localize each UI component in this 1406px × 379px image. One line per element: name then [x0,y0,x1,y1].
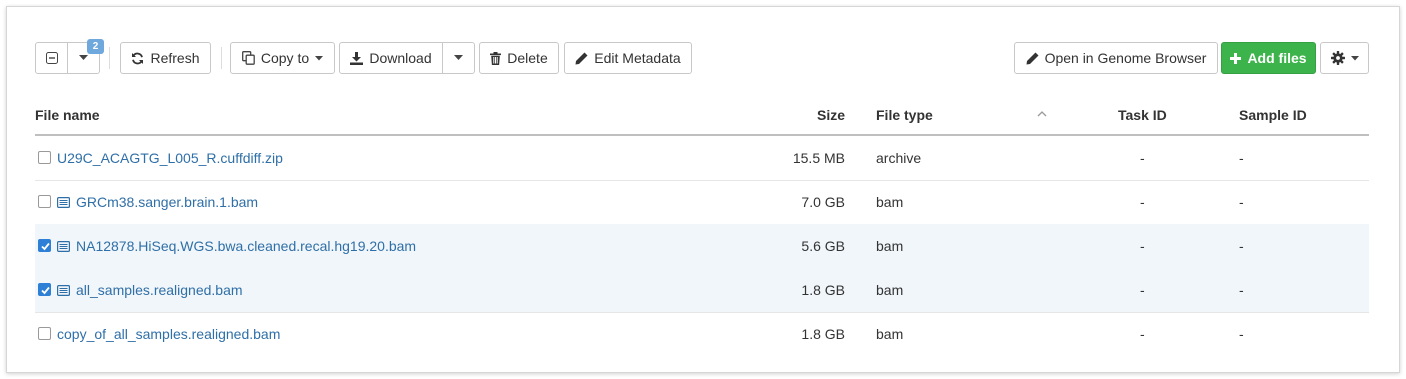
table-row[interactable]: GRCm38.sanger.brain.1.bam 7.0 GB bam - - [35,180,1369,224]
column-header-file-type[interactable]: File type [876,107,933,123]
file-name-link[interactable]: all_samples.realigned.bam [76,282,243,298]
gear-icon [1330,51,1345,65]
file-size: 1.8 GB [801,326,845,342]
column-header-sample-id[interactable]: Sample ID [1239,107,1307,123]
edit-metadata-button[interactable]: Edit Metadata [564,42,692,74]
sample-id: - [1239,150,1244,166]
task-id: - [1140,238,1145,254]
download-label: Download [369,50,432,66]
list-icon [57,195,71,211]
table-row[interactable]: all_samples.realigned.bam 1.8 GB bam - - [35,268,1369,312]
refresh-button[interactable]: Refresh [120,42,211,74]
task-id: - [1140,194,1145,210]
sample-id: - [1239,282,1244,298]
file-type: bam [876,238,904,254]
table-row[interactable]: U29C_ACAGTG_L005_R.cuffdiff.zip 15.5 MB ar… [35,136,1369,180]
list-icon [57,239,71,255]
copy-icon [241,51,255,65]
delete-label: Delete [507,50,548,66]
file-name-link[interactable]: U29C_ACAGTG_L005_R.cuffdiff.zip [57,150,283,166]
download-icon [350,51,364,65]
copy-to-button[interactable]: Copy to [230,42,335,74]
trash-icon [490,51,502,65]
add-files-button[interactable]: Add files [1221,42,1316,74]
file-size: 5.6 GB [801,238,845,254]
file-size: 7.0 GB [801,194,845,210]
file-size: 15.5 MB [792,150,845,166]
file-type: bam [876,326,904,342]
checkmark-icon [41,242,50,251]
sample-id: - [1239,238,1244,254]
copy-to-label: Copy to [260,50,310,66]
settings-dropdown-button[interactable] [1320,42,1369,74]
row-checkbox[interactable] [38,283,51,296]
caret-down-icon [79,55,88,60]
plus-icon [1230,52,1242,64]
column-header-size[interactable]: Size [747,107,845,123]
refresh-icon [132,52,144,64]
file-size: 1.8 GB [801,282,845,298]
delete-button[interactable]: Delete [479,42,559,74]
column-header-task-id[interactable]: Task ID [1118,107,1167,123]
open-genome-browser-button[interactable]: Open in Genome Browser [1014,42,1218,74]
sample-id: - [1239,194,1244,210]
file-name-link[interactable]: NA12878.HiSeq.WGS.bwa.cleaned.recal.hg19… [76,238,416,254]
row-checkbox[interactable] [38,151,51,164]
edit-metadata-label: Edit Metadata [594,50,681,66]
pencil-icon [1026,52,1039,64]
pencil-icon [575,52,588,64]
file-type: bam [876,194,904,210]
checkmark-icon [41,286,50,295]
caret-down-icon [315,55,324,60]
toolbar-divider [109,47,110,69]
file-type: archive [876,150,922,166]
download-dropdown-button[interactable] [442,42,475,74]
file-name-link[interactable]: copy_of_all_samples.realigned.bam [57,326,280,342]
file-name-link[interactable]: GRCm38.sanger.brain.1.bam [76,194,258,210]
selection-count-badge: 2 [87,39,104,54]
sort-ascending-icon[interactable] [1037,111,1047,117]
files-panel: 2 Refresh Copy to Download Delete Edit M… [6,6,1400,373]
caret-down-icon [1350,55,1359,60]
task-id: - [1140,150,1145,166]
caret-down-icon [454,55,463,60]
toolbar-divider [221,47,222,69]
task-id: - [1140,326,1145,342]
task-id: - [1140,282,1145,298]
refresh-label: Refresh [150,50,200,66]
sample-id: - [1239,326,1244,342]
minus-square-icon [45,52,58,64]
add-files-label: Add files [1247,50,1307,66]
row-checkbox[interactable] [38,239,51,252]
select-toggle-button[interactable] [35,42,68,74]
column-header-file-name[interactable]: File name [35,107,100,123]
open-genome-browser-label: Open in Genome Browser [1044,50,1207,66]
download-button[interactable]: Download [339,42,443,74]
list-icon [57,283,71,299]
table-row[interactable]: copy_of_all_samples.realigned.bam 1.8 GB b… [35,312,1369,356]
table-row[interactable]: NA12878.HiSeq.WGS.bwa.cleaned.recal.hg19… [35,224,1369,268]
row-checkbox[interactable] [38,327,51,340]
row-checkbox[interactable] [38,195,51,208]
file-type: bam [876,282,904,298]
